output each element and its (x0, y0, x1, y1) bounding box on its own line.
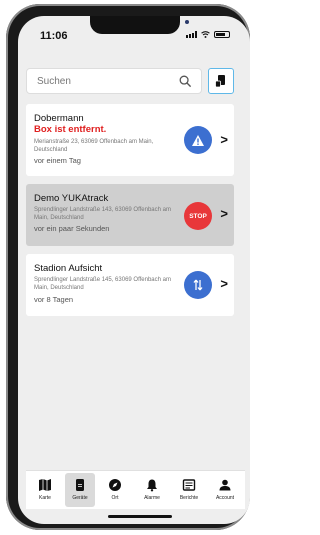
search-icon[interactable] (179, 75, 192, 88)
tab-label: Berichte (179, 495, 199, 501)
account-icon (219, 479, 231, 491)
tab-label: Karte (39, 495, 51, 501)
compass-icon (109, 479, 121, 491)
chevron-right-icon[interactable]: > (220, 132, 228, 147)
device-last-seen: vor ein paar Sekunden (34, 224, 110, 233)
battery-icon (214, 31, 230, 38)
status-bar: 11:06 (18, 16, 250, 50)
device-name: Demo YUKAtrack (34, 193, 109, 204)
device-last-seen: vor 8 Tagen (34, 295, 74, 304)
tab-label: Geräte (72, 495, 88, 501)
stop-badge[interactable]: STOP (184, 202, 212, 230)
move-icon (193, 279, 203, 291)
app-screen: 11:06 Suchen Dobermann Box ist entfernt.… (18, 16, 250, 524)
tab-karte[interactable]: Karte (30, 473, 60, 507)
warning-badge[interactable] (184, 126, 212, 154)
tab-label: Account (215, 495, 235, 501)
device-alert: Box ist entfernt. (34, 124, 107, 135)
bell-icon (147, 479, 157, 492)
search-row: Suchen (26, 68, 234, 96)
device-add-icon (215, 75, 225, 88)
home-indicator[interactable] (108, 515, 172, 518)
move-badge[interactable] (184, 271, 212, 299)
search-input[interactable]: Suchen (26, 68, 202, 94)
device-icon (76, 479, 84, 491)
status-time: 11:06 (40, 30, 68, 42)
signal-icon (186, 31, 197, 38)
tab-label: Ort (111, 495, 119, 501)
wifi-icon (201, 31, 210, 38)
device-last-seen: vor einem Tag (34, 156, 81, 165)
device-card-demo-yukatrack[interactable]: Demo YUKAtrack Sprendlinger Landstraße 1… (26, 184, 234, 246)
tab-berichte[interactable]: Berichte (174, 473, 204, 507)
chevron-right-icon[interactable]: > (220, 206, 228, 221)
stop-icon: STOP (189, 212, 207, 220)
status-icons (186, 31, 230, 38)
device-address: Sprendlinger Landstraße 143, 63069 Offen… (34, 207, 171, 221)
bottom-tab-bar: Karte Geräte Ort Alarme Berichte Account (26, 470, 245, 509)
device-address: Merianstraße 23, 63069 Offenbach am Main… (34, 139, 154, 153)
report-icon (182, 479, 196, 491)
device-name: Dobermann (34, 113, 84, 124)
device-address: Sprendlinger Landstraße 145, 63069 Offen… (34, 277, 171, 291)
search-placeholder: Suchen (37, 76, 71, 87)
phone-frame: 11:06 Suchen Dobermann Box ist entfernt.… (6, 4, 250, 530)
tab-ort[interactable]: Ort (100, 473, 130, 507)
add-device-button[interactable] (208, 68, 234, 94)
tab-account[interactable]: Account (210, 473, 240, 507)
warning-icon (192, 134, 204, 146)
device-name: Stadion Aufsicht (34, 263, 103, 274)
tab-alarme[interactable]: Alarme (137, 473, 167, 507)
map-icon (39, 479, 51, 491)
tab-geraete[interactable]: Geräte (65, 473, 95, 507)
chevron-right-icon[interactable]: > (220, 276, 228, 291)
device-card-dobermann[interactable]: Dobermann Box ist entfernt. Merianstraße… (26, 104, 234, 176)
tab-label: Alarme (144, 495, 160, 501)
device-card-stadion-aufsicht[interactable]: Stadion Aufsicht Sprendlinger Landstraße… (26, 254, 234, 316)
